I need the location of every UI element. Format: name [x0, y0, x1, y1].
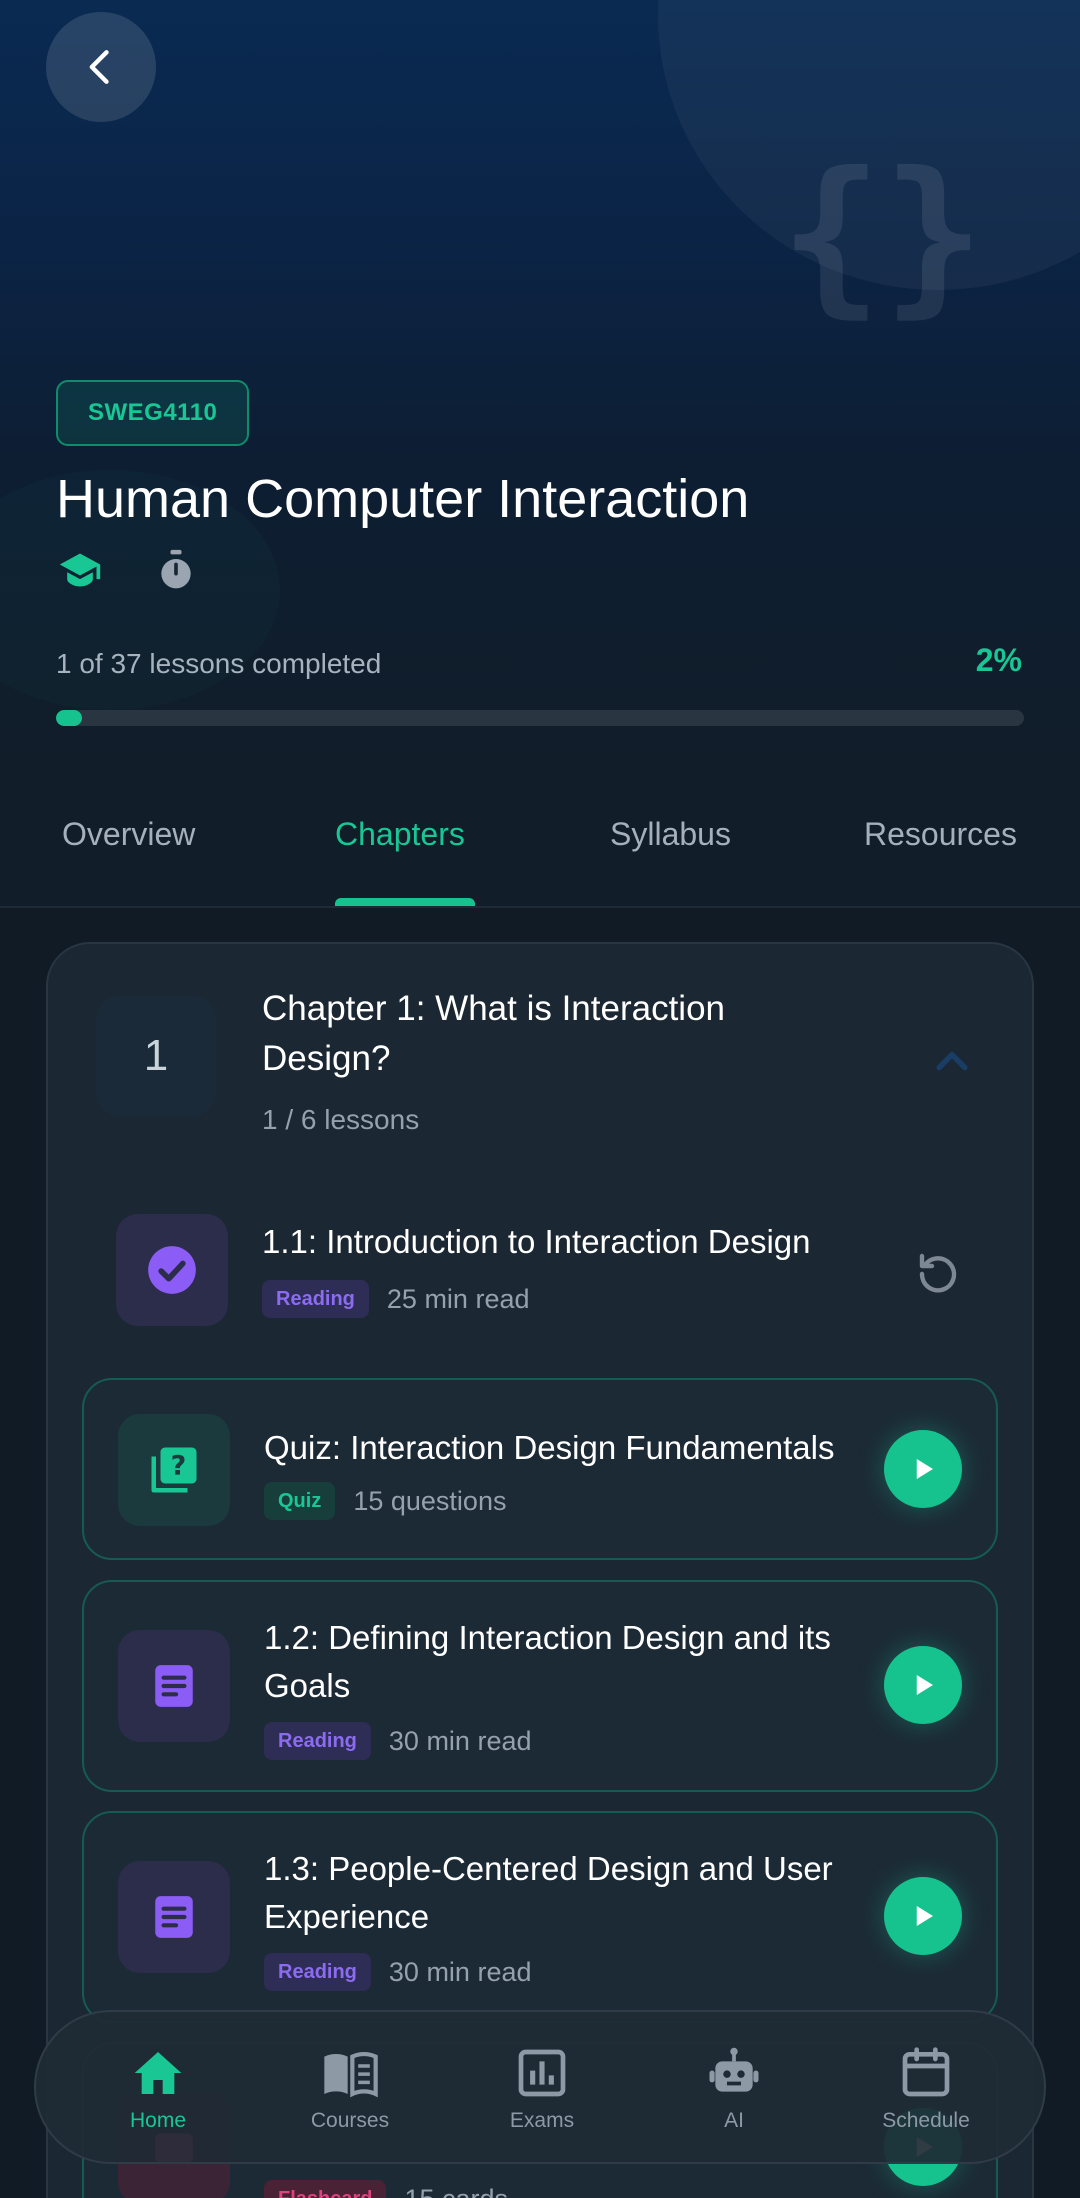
lesson-title: 1.1: Introduction to Interaction Design	[262, 1223, 811, 1260]
lesson-item-reading[interactable]: 1.2: Defining Interaction Design and its…	[82, 1580, 998, 1792]
nav-home[interactable]: Home	[78, 2012, 238, 2166]
lesson-meta: Reading 30 min read	[264, 1953, 532, 1991]
document-icon	[155, 1665, 193, 1707]
quiz-badge: Quiz	[264, 1482, 336, 1520]
lesson-title: 1.2: Defining Interaction Design and its…	[264, 1619, 831, 1704]
nav-label: AI	[724, 2109, 744, 2132]
reading-badge: Reading	[264, 1722, 371, 1760]
svg-text:?: ?	[171, 1451, 187, 1482]
chapter-lesson-count: 1 / 6 lessons	[262, 1104, 420, 1135]
quiz-icon: ?	[151, 1447, 197, 1493]
check-circle-icon	[148, 1246, 196, 1294]
chapter-title[interactable]: Chapter 1: What is Interaction Design?	[262, 984, 862, 1084]
nav-courses[interactable]: Courses	[270, 2012, 430, 2166]
lesson-item-reading[interactable]: 1.3: People-Centered Design and User Exp…	[82, 1811, 998, 2023]
lesson-question-count: 15 questions	[353, 1485, 507, 1516]
course-code-badge: SWEG4110	[56, 380, 250, 446]
progress-bar	[56, 710, 1024, 726]
lesson-status	[116, 1214, 228, 1326]
lesson-meta: Reading 30 min read	[264, 1722, 532, 1760]
code-braces-icon: {}	[780, 136, 985, 334]
lesson-duration: 25 min read	[386, 1283, 530, 1314]
lesson-item-quiz[interactable]: ? Quiz: Interaction Design Fundamentals …	[82, 1378, 998, 1560]
chevron-left-icon	[89, 50, 109, 84]
active-tab-indicator	[335, 898, 475, 906]
stopwatch-icon	[161, 549, 191, 589]
back-button[interactable]	[46, 12, 156, 122]
tab-chapters[interactable]: Chapters	[335, 760, 465, 908]
play-icon	[916, 1459, 933, 1479]
home-icon	[134, 2052, 182, 2094]
bottom-navigation: Home Courses Exams AI Schedule	[34, 2010, 1046, 2164]
lesson-item-completed[interactable]: 1.1: Introduction to Interaction Design …	[82, 1196, 998, 1346]
lesson-type	[118, 1630, 230, 1742]
nav-label: Exams	[509, 2109, 575, 2132]
reading-badge: Reading	[264, 1953, 371, 1991]
tab-resources[interactable]: Resources	[864, 760, 1017, 908]
nav-exams[interactable]: Exams	[462, 2012, 622, 2166]
tab-bar: Overview Chapters Syllabus Resources	[0, 760, 1080, 908]
progress-bar-fill	[56, 710, 83, 726]
lesson-type: ?	[118, 1414, 230, 1526]
tab-syllabus[interactable]: Syllabus	[610, 760, 731, 908]
progress-text: 1 of 37 lessons completed	[56, 648, 382, 679]
progress-percent: 2%	[975, 642, 1022, 678]
graduation-cap-icon	[59, 553, 101, 587]
tab-overview[interactable]: Overview	[62, 760, 195, 908]
robot-icon	[709, 2047, 759, 2092]
chevron-up-icon[interactable]	[930, 1040, 974, 1084]
lesson-duration: 30 min read	[388, 1956, 532, 1987]
lesson-meta: Quiz 15 questions	[264, 1482, 506, 1520]
lesson-card-count: 15 cards	[404, 2184, 508, 2198]
lesson-meta: Reading 25 min read	[262, 1280, 530, 1318]
flashcard-badge: Flashcard	[264, 2180, 387, 2198]
play-icon	[916, 1675, 933, 1695]
nav-label: Schedule	[882, 2109, 970, 2132]
nav-label: Courses	[310, 2109, 390, 2132]
play-button[interactable]	[884, 1646, 962, 1724]
calendar-icon	[902, 2047, 950, 2097]
reading-badge: Reading	[262, 1280, 369, 1318]
nav-schedule[interactable]: Schedule	[846, 2012, 1006, 2166]
course-title: Human Computer Interaction	[56, 469, 750, 529]
book-open-icon	[324, 2051, 378, 2098]
lesson-meta: Flashcard 15 cards	[264, 2180, 508, 2198]
nav-ai[interactable]: AI	[654, 2012, 814, 2166]
bar-chart-icon	[518, 2049, 566, 2097]
lesson-type	[118, 1861, 230, 1973]
nav-label: Home	[129, 2109, 187, 2132]
chapter-number: 1	[96, 996, 216, 1116]
play-button[interactable]	[884, 1430, 962, 1508]
replay-icon[interactable]	[914, 1248, 962, 1296]
play-button[interactable]	[884, 1877, 962, 1955]
lesson-title: 1.3: People-Centered Design and User Exp…	[264, 1850, 833, 1935]
lesson-duration: 30 min read	[388, 1725, 532, 1756]
document-icon	[155, 1896, 193, 1938]
play-icon	[916, 1906, 933, 1926]
lesson-title: Quiz: Interaction Design Fundamentals	[264, 1429, 835, 1466]
